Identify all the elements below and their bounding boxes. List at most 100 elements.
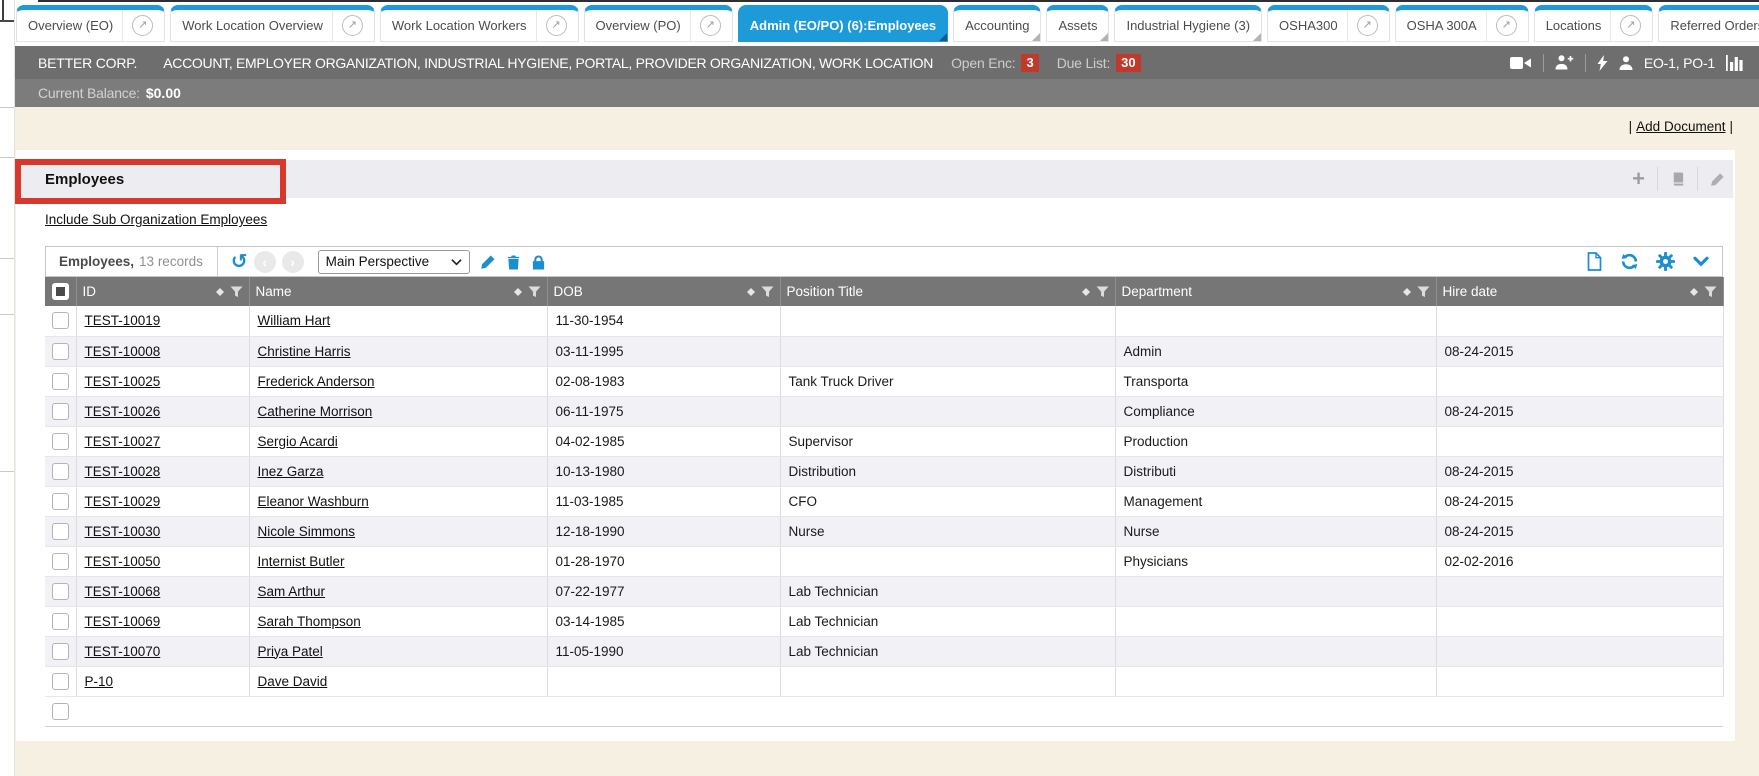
row-checkbox[interactable] — [52, 493, 69, 510]
lightning-icon[interactable] — [1597, 55, 1608, 71]
select-all-checkbox[interactable] — [52, 283, 69, 300]
column-header-id[interactable]: ID — [76, 277, 249, 306]
employee-name-link[interactable]: Christine Harris — [258, 344, 351, 359]
row-checkbox[interactable] — [52, 373, 69, 390]
tab-osha300[interactable]: OSHA300↗ — [1267, 5, 1390, 42]
employee-name-link[interactable]: Nicole Simmons — [258, 524, 356, 539]
sort-icon[interactable] — [1082, 284, 1090, 300]
employee-name-link[interactable]: Dave David — [258, 674, 328, 689]
row-checkbox[interactable] — [52, 643, 69, 660]
refresh-icon[interactable] — [1620, 252, 1639, 271]
sort-icon[interactable] — [1403, 284, 1411, 300]
column-header-dob[interactable]: DOB — [547, 277, 780, 306]
employee-id-link[interactable]: TEST-10027 — [85, 434, 161, 449]
open-in-new-window-icon[interactable]: ↗ — [1347, 10, 1378, 41]
employee-name-link[interactable]: William Hart — [258, 313, 331, 328]
tab-overview-eo[interactable]: Overview (EO)↗ — [16, 5, 165, 42]
tab-admin-eo-po-6-employees[interactable]: Admin (EO/PO) (6):Employees — [738, 5, 948, 42]
row-checkbox[interactable] — [52, 403, 69, 420]
employee-name-link[interactable]: Frederick Anderson — [258, 374, 375, 389]
employee-name-link[interactable]: Inez Garza — [258, 464, 324, 479]
employee-id-link[interactable]: TEST-10030 — [85, 524, 161, 539]
column-header-position-title[interactable]: Position Title — [780, 277, 1115, 306]
add-document-link[interactable]: Add Document — [1636, 119, 1725, 134]
perspective-select[interactable]: Main Perspective — [318, 250, 470, 274]
row-checkbox[interactable] — [52, 673, 69, 690]
employee-id-link[interactable]: TEST-10028 — [85, 464, 161, 479]
tab-industrial-hygiene-3[interactable]: Industrial Hygiene (3) — [1114, 5, 1262, 42]
filter-icon[interactable] — [230, 286, 243, 298]
sort-icon[interactable] — [216, 284, 224, 300]
due-list-badge[interactable]: 30 — [1116, 54, 1140, 72]
include-sub-org-link[interactable]: Include Sub Organization Employees — [45, 212, 267, 227]
add-person-icon[interactable] — [1555, 55, 1574, 70]
filter-icon[interactable] — [1417, 286, 1430, 298]
tab-referred-orders[interactable]: Referred Orders↗ — [1658, 5, 1759, 42]
open-in-new-window-icon[interactable]: ↗ — [1610, 10, 1641, 41]
gear-icon[interactable] — [1656, 252, 1675, 271]
open-enc-badge[interactable]: 3 — [1021, 54, 1038, 72]
employee-id-link[interactable]: TEST-10068 — [85, 584, 161, 599]
bar-chart-icon[interactable] — [1726, 55, 1745, 71]
tab-work-location-overview[interactable]: Work Location Overview↗ — [170, 5, 375, 42]
open-in-new-window-icon[interactable]: ↗ — [332, 10, 363, 41]
employee-id-link[interactable]: TEST-10050 — [85, 554, 161, 569]
lock-icon[interactable] — [531, 254, 546, 270]
employee-id-link[interactable]: TEST-10019 — [85, 313, 161, 328]
row-checkbox[interactable] — [52, 463, 69, 480]
book-icon[interactable] — [1670, 171, 1685, 187]
next-icon[interactable]: › — [282, 251, 304, 273]
row-checkbox[interactable] — [52, 312, 69, 329]
employee-id-link[interactable]: TEST-10026 — [85, 404, 161, 419]
tab-osha-300a[interactable]: OSHA 300A↗ — [1395, 5, 1529, 42]
trash-icon[interactable] — [506, 254, 521, 270]
open-in-new-window-icon[interactable]: ↗ — [1486, 10, 1517, 41]
filter-icon[interactable] — [1704, 286, 1717, 298]
employee-name-link[interactable]: Sergio Acardi — [258, 434, 338, 449]
add-icon[interactable]: + — [1632, 168, 1645, 190]
row-checkbox[interactable] — [52, 523, 69, 540]
open-in-new-window-icon[interactable]: ↗ — [536, 10, 567, 41]
employee-name-link[interactable]: Eleanor Washburn — [258, 494, 369, 509]
sort-icon[interactable] — [514, 284, 522, 300]
user-icon[interactable] — [1619, 56, 1633, 70]
prev-icon[interactable]: ‹ — [254, 251, 276, 273]
column-header-name[interactable]: Name — [249, 277, 547, 306]
employee-name-link[interactable]: Sarah Thompson — [258, 614, 361, 629]
row-checkbox[interactable] — [52, 583, 69, 600]
column-header-department[interactable]: Department — [1115, 277, 1436, 306]
row-checkbox[interactable] — [52, 553, 69, 570]
employee-id-link[interactable]: TEST-10070 — [85, 644, 161, 659]
tab-locations[interactable]: Locations↗ — [1534, 5, 1654, 42]
row-checkbox[interactable] — [52, 433, 69, 450]
undo-icon[interactable]: ↺ — [231, 252, 248, 272]
edit-icon[interactable] — [1710, 172, 1725, 187]
tab-work-location-workers[interactable]: Work Location Workers↗ — [380, 5, 579, 42]
row-checkbox[interactable] — [52, 613, 69, 630]
open-in-new-window-icon[interactable]: ↗ — [690, 10, 721, 41]
filter-icon[interactable] — [528, 286, 541, 298]
filter-icon[interactable] — [761, 286, 774, 298]
row-checkbox[interactable] — [52, 343, 69, 360]
tab-overview-po[interactable]: Overview (PO)↗ — [584, 5, 733, 42]
chevron-down-icon[interactable] — [1692, 255, 1710, 268]
employee-id-link[interactable]: TEST-10008 — [85, 344, 161, 359]
employee-id-link[interactable]: TEST-10069 — [85, 614, 161, 629]
tab-accounting[interactable]: Accounting — [953, 5, 1041, 42]
employee-id-link[interactable]: TEST-10025 — [85, 374, 161, 389]
employee-name-link[interactable]: Catherine Morrison — [258, 404, 373, 419]
employee-name-link[interactable]: Priya Patel — [258, 644, 323, 659]
edit-perspective-icon[interactable] — [480, 254, 496, 270]
new-document-icon[interactable] — [1586, 252, 1603, 271]
employee-name-link[interactable]: Sam Arthur — [258, 584, 326, 599]
sort-icon[interactable] — [747, 284, 755, 300]
row-checkbox[interactable] — [52, 703, 69, 720]
filter-icon[interactable] — [1096, 286, 1109, 298]
sort-icon[interactable] — [1690, 284, 1698, 300]
employee-id-link[interactable]: P-10 — [85, 674, 114, 689]
open-in-new-window-icon[interactable]: ↗ — [122, 10, 153, 41]
video-camera-icon[interactable] — [1510, 56, 1532, 70]
employee-id-link[interactable]: TEST-10029 — [85, 494, 161, 509]
tab-assets[interactable]: Assets — [1046, 5, 1109, 42]
column-header-hire-date[interactable]: Hire date — [1436, 277, 1723, 306]
